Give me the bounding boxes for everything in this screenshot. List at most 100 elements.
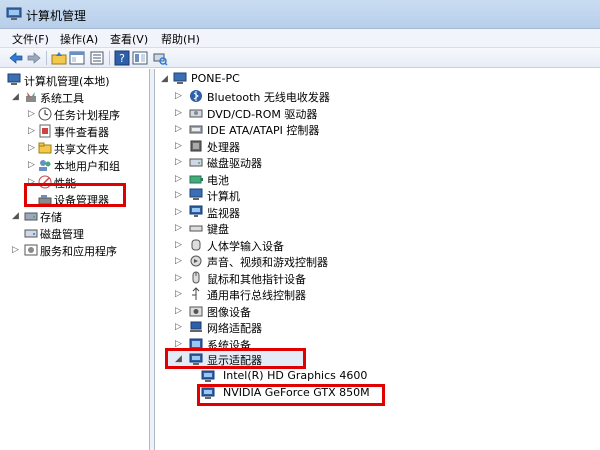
back-arrow-icon[interactable] bbox=[8, 50, 24, 66]
tree-item-label: 本地用户和组 bbox=[54, 160, 120, 173]
expand-arrow-icon[interactable]: ▷ bbox=[28, 109, 37, 119]
device-category[interactable]: ▷ 键盘 bbox=[165, 220, 585, 236]
device-item-intel[interactable]: Intel(R) HD Graphics 4600 bbox=[165, 368, 425, 384]
tree-item-label: 系统工具 bbox=[40, 92, 84, 105]
device-category[interactable]: ▷ 鼠标和其他指针设备 bbox=[165, 270, 585, 286]
tree-item-event-viewer[interactable]: ▷ 事件查看器 bbox=[4, 123, 150, 139]
menu-help[interactable]: 帮助(H) bbox=[161, 31, 200, 47]
toolbar-separator bbox=[46, 51, 47, 65]
expand-arrow-icon[interactable]: ▷ bbox=[175, 339, 184, 349]
device-category[interactable]: ▷ 监视器 bbox=[165, 204, 585, 220]
disk-drive-icon bbox=[189, 158, 203, 167]
expand-arrow-icon[interactable]: ▷ bbox=[175, 207, 184, 217]
device-category-label: 磁盘驱动器 bbox=[207, 157, 262, 170]
device-category[interactable]: ▷ 网络适配器 bbox=[165, 319, 585, 335]
console-view-icon[interactable] bbox=[132, 50, 148, 66]
collapse-arrow-icon[interactable]: ◢ bbox=[12, 92, 21, 102]
computer-icon bbox=[189, 188, 203, 200]
device-category[interactable]: ▷ 图像设备 bbox=[165, 303, 585, 319]
device-category[interactable]: ▷ 人体学输入设备 bbox=[165, 237, 585, 253]
device-category-label: DVD/CD-ROM 驱动器 bbox=[207, 107, 318, 121]
tree-item-label: 共享文件夹 bbox=[54, 143, 109, 156]
expand-arrow-icon[interactable]: ▷ bbox=[175, 157, 184, 167]
device-category-label: 人体学输入设备 bbox=[207, 239, 284, 253]
menu-view[interactable]: 查看(V) bbox=[110, 31, 148, 47]
expand-arrow-icon[interactable]: ▷ bbox=[175, 322, 184, 332]
expand-arrow-icon[interactable]: ▷ bbox=[175, 273, 184, 283]
tree-item-device-manager[interactable]: 设备管理器 bbox=[4, 191, 150, 207]
tree-item-disk-management[interactable]: 磁盘管理 bbox=[4, 225, 150, 241]
tree-item-storage[interactable]: ◢ 存储 bbox=[4, 208, 150, 224]
tree-item-computer-management[interactable]: 计算机管理(本地) bbox=[4, 72, 150, 88]
device-category[interactable]: ▷ 磁盘驱动器 bbox=[165, 154, 585, 170]
computer-management-icon bbox=[6, 7, 22, 20]
device-category[interactable]: ▷ 通用串行总线控制器 bbox=[165, 286, 585, 302]
expand-arrow-icon[interactable]: ▷ bbox=[175, 240, 184, 250]
device-category[interactable]: ▷ 声音、视频和游戏控制器 bbox=[165, 253, 585, 269]
device-category[interactable]: ▷ 电池 bbox=[165, 171, 585, 187]
expand-arrow-icon[interactable]: ▷ bbox=[175, 223, 184, 233]
expand-arrow-icon[interactable]: ▷ bbox=[12, 245, 21, 255]
device-category-label: 鼠标和其他指针设备 bbox=[207, 272, 306, 286]
display-adapter-icon bbox=[189, 353, 203, 365]
expand-arrow-icon[interactable]: ▷ bbox=[175, 91, 184, 101]
title-bar: 计算机管理 bbox=[0, 0, 600, 29]
properties-icon[interactable] bbox=[89, 50, 105, 66]
tree-item-performance[interactable]: ▷ 性能 bbox=[4, 174, 150, 190]
expand-arrow-icon[interactable]: ▷ bbox=[175, 306, 184, 316]
help-icon[interactable]: ? bbox=[114, 50, 130, 66]
device-category-label: 计算机 bbox=[207, 190, 240, 203]
device-category[interactable]: ▷ DVD/CD-ROM 驱动器 bbox=[165, 105, 585, 121]
svg-text:?: ? bbox=[119, 52, 125, 65]
menu-file[interactable]: 文件(F) bbox=[12, 31, 49, 47]
users-icon bbox=[39, 160, 51, 171]
expand-arrow-icon[interactable]: ▷ bbox=[28, 126, 37, 136]
storage-icon bbox=[24, 212, 38, 221]
console-tree: 计算机管理(本地) ◢ 系统工具 ▷ 任务计划程序 ▷ 事件查看器 ▷ 共享文件… bbox=[0, 69, 150, 450]
expand-arrow-icon[interactable]: ▷ bbox=[175, 289, 184, 299]
up-folder-icon[interactable] bbox=[51, 50, 67, 66]
forward-arrow-icon[interactable] bbox=[26, 50, 42, 66]
tree-item-task-scheduler[interactable]: ▷ 任务计划程序 bbox=[4, 106, 150, 122]
display-adapter-icon bbox=[201, 387, 215, 399]
device-tree: ◢ PONE-PC ▷ Bluetooth 无线电收发器 ▷ DVD/CD-ROM 驱… bbox=[155, 69, 600, 450]
tree-item-local-users[interactable]: ▷ 本地用户和组 bbox=[4, 157, 150, 173]
expand-arrow-icon[interactable]: ▷ bbox=[28, 177, 37, 187]
expand-arrow-icon[interactable]: ▷ bbox=[28, 143, 37, 153]
device-category-display-adapters[interactable]: ◢ 显示适配器 bbox=[165, 351, 305, 367]
device-label: Intel(R) HD Graphics 4600 bbox=[223, 369, 368, 382]
expand-arrow-icon[interactable]: ▷ bbox=[28, 160, 37, 170]
expand-arrow-icon[interactable]: ▷ bbox=[175, 174, 184, 184]
device-category-label: 监视器 bbox=[207, 206, 240, 220]
device-category-label: 声音、视频和游戏控制器 bbox=[207, 256, 328, 269]
ide-controller-icon bbox=[189, 125, 203, 134]
device-category-label: 图像设备 bbox=[207, 305, 251, 319]
computer-icon bbox=[173, 72, 187, 84]
scan-hardware-icon[interactable] bbox=[152, 50, 168, 66]
tree-item-label: 任务计划程序 bbox=[54, 109, 120, 122]
menu-action[interactable]: 操作(A) bbox=[60, 31, 98, 47]
tree-item-system-tools[interactable]: ◢ 系统工具 bbox=[4, 89, 150, 105]
expand-arrow-icon[interactable]: ▷ bbox=[175, 141, 184, 151]
tree-item-services[interactable]: ▷ 服务和应用程序 bbox=[4, 242, 150, 258]
device-manager-icon bbox=[38, 195, 52, 205]
battery-icon bbox=[189, 175, 203, 183]
device-category[interactable]: ▷ 计算机 bbox=[165, 187, 585, 203]
device-item-nvidia[interactable]: NVIDIA GeForce GTX 850M bbox=[165, 385, 425, 401]
device-category[interactable]: ▷ 系统设备 bbox=[165, 336, 585, 352]
tree-item-shared-folders[interactable]: ▷ 共享文件夹 bbox=[4, 140, 150, 156]
expand-arrow-icon[interactable]: ▷ bbox=[175, 124, 184, 134]
device-category[interactable]: ▷ Bluetooth 无线电收发器 bbox=[165, 88, 585, 104]
expand-arrow-icon[interactable]: ▷ bbox=[175, 190, 184, 200]
collapse-arrow-icon[interactable]: ◢ bbox=[12, 211, 21, 221]
performance-icon bbox=[38, 175, 52, 189]
device-tree-root[interactable]: ◢ PONE-PC bbox=[161, 71, 591, 87]
device-category[interactable]: ▷ 处理器 bbox=[165, 138, 585, 154]
processor-icon bbox=[190, 140, 202, 151]
device-category[interactable]: ▷ IDE ATA/ATAPI 控制器 bbox=[165, 121, 585, 137]
expand-arrow-icon[interactable]: ▷ bbox=[175, 108, 184, 118]
collapse-arrow-icon[interactable]: ◢ bbox=[175, 354, 184, 364]
expand-arrow-icon[interactable]: ▷ bbox=[175, 256, 184, 266]
show-hide-tree-icon[interactable] bbox=[69, 50, 85, 66]
collapse-arrow-icon[interactable]: ◢ bbox=[161, 74, 170, 84]
